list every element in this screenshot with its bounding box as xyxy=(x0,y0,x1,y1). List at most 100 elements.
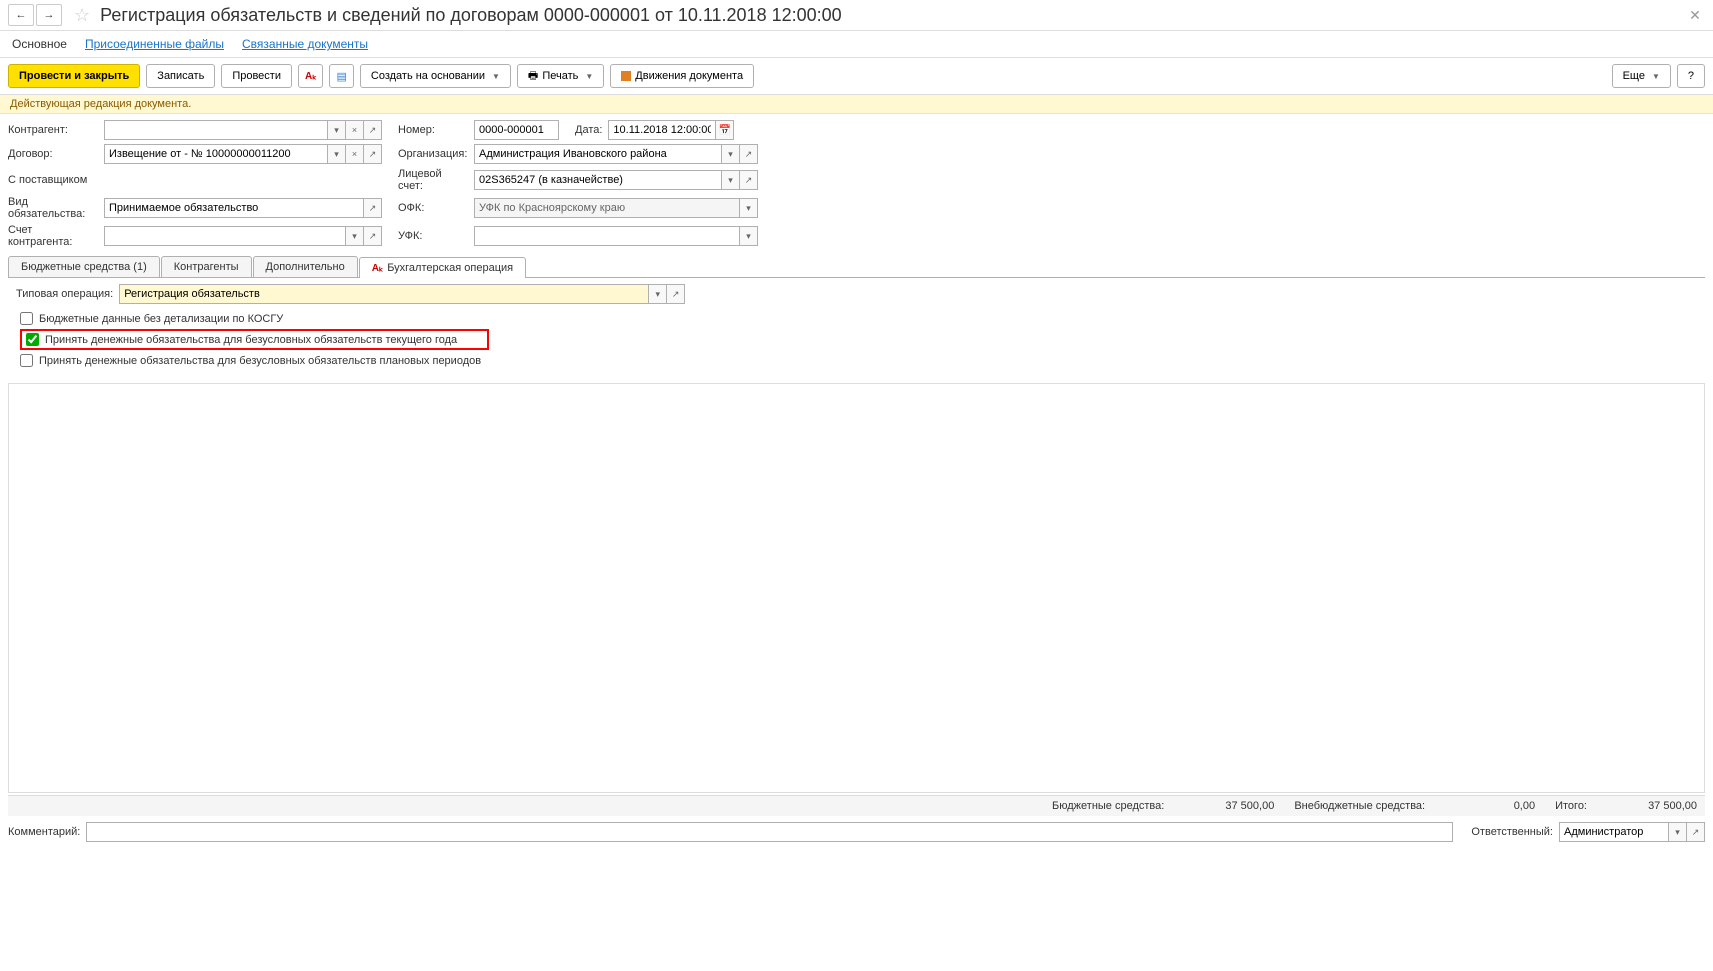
tab-accounting-label: Бухгалтерская операция xyxy=(387,262,513,274)
post-close-button[interactable]: Провести и закрыть xyxy=(8,64,140,88)
chk-plan-periods[interactable] xyxy=(20,354,33,367)
obligation-type-input[interactable] xyxy=(104,198,364,218)
open-icon[interactable]: ↗ xyxy=(667,284,685,304)
obligation-type-label: Вид обязательства: xyxy=(8,196,98,220)
dropdown-icon[interactable]: ▾ xyxy=(346,226,364,246)
dropdown-icon[interactable]: ▾ xyxy=(740,198,758,218)
budget-label: Бюджетные средства: xyxy=(1052,800,1164,812)
number-input[interactable] xyxy=(474,120,559,140)
clear-icon[interactable]: × xyxy=(346,120,364,140)
open-icon[interactable]: ↗ xyxy=(740,144,758,164)
main-blank-area xyxy=(8,383,1705,793)
movements-button[interactable]: Движения документа xyxy=(610,64,754,88)
print-label: Печать xyxy=(542,70,578,82)
calendar-icon[interactable] xyxy=(716,120,734,140)
more-button[interactable]: Еще ▼ xyxy=(1612,64,1671,88)
number-label: Номер: xyxy=(398,124,468,136)
dropdown-icon[interactable]: ▾ xyxy=(328,144,346,164)
help-button[interactable]: ? xyxy=(1677,64,1705,88)
open-icon[interactable]: ↗ xyxy=(740,170,758,190)
footer-totals: Бюджетные средства: 37 500,00 Внебюджетны… xyxy=(8,795,1705,816)
chk-plan-periods-label: Принять денежные обязательства для безус… xyxy=(39,355,481,367)
ufk-input[interactable] xyxy=(474,226,740,246)
org-input[interactable] xyxy=(474,144,722,164)
date-input[interactable] xyxy=(608,120,716,140)
forward-button[interactable]: → xyxy=(36,4,62,26)
dropdown-icon[interactable]: ▾ xyxy=(740,226,758,246)
movements-label: Движения документа xyxy=(635,70,743,82)
doc-move-icon xyxy=(621,71,631,81)
offbudget-value: 0,00 xyxy=(1455,800,1535,812)
account-label: Счет контрагента: xyxy=(8,224,98,248)
back-button[interactable]: ← xyxy=(8,4,34,26)
close-icon[interactable]: ✕ xyxy=(1685,5,1705,25)
org-label: Организация: xyxy=(398,148,468,160)
akt-icon: Aₖ xyxy=(305,71,316,82)
open-icon[interactable]: ↗ xyxy=(364,120,382,140)
counterparty-label: Контрагент: xyxy=(8,124,98,136)
chevron-down-icon: ▼ xyxy=(1652,72,1660,81)
comment-label: Комментарий: xyxy=(8,826,80,838)
chk-row-2-highlight: Принять денежные обязательства для безус… xyxy=(20,329,489,350)
counterparty-input[interactable] xyxy=(104,120,328,140)
responsible-input[interactable] xyxy=(1559,822,1669,842)
open-icon[interactable]: ↗ xyxy=(1687,822,1705,842)
chevron-down-icon: ▼ xyxy=(585,72,593,81)
list-button[interactable]: ▤ xyxy=(329,64,353,88)
post-button[interactable]: Провести xyxy=(221,64,292,88)
tab-content: Типовая операция: ▾ ↗ Бюджетные данные б… xyxy=(8,278,1705,375)
tab-additional[interactable]: Дополнительно xyxy=(253,256,358,277)
budget-value: 37 500,00 xyxy=(1194,800,1274,812)
offbudget-label: Внебюджетные средства: xyxy=(1294,800,1425,812)
responsible-label: Ответственный: xyxy=(1471,826,1553,838)
tab-budget[interactable]: Бюджетные средства (1) xyxy=(8,256,160,277)
chk-kosgu[interactable] xyxy=(20,312,33,325)
open-icon[interactable]: ↗ xyxy=(364,226,382,246)
personal-acc-label: Лицевой счет: xyxy=(398,168,468,192)
comment-input[interactable] xyxy=(86,822,1453,842)
chk-row-3: Принять денежные обязательства для безус… xyxy=(16,352,1697,369)
chk-current-year-label: Принять денежные обязательства для безус… xyxy=(45,334,457,346)
account-input[interactable] xyxy=(104,226,346,246)
personal-acc-input[interactable] xyxy=(474,170,722,190)
akt-icon: Aₖ xyxy=(372,263,383,274)
ofk-input[interactable] xyxy=(474,198,740,218)
akt-button[interactable]: Aₖ xyxy=(298,64,323,88)
dropdown-icon[interactable]: ▾ xyxy=(722,144,740,164)
bottom-bar: Комментарий: Ответственный: ▾ ↗ xyxy=(0,816,1713,848)
dropdown-icon[interactable]: ▾ xyxy=(722,170,740,190)
total-value: 37 500,00 xyxy=(1617,800,1697,812)
open-icon[interactable]: ↗ xyxy=(364,144,382,164)
more-label: Еще xyxy=(1623,70,1645,82)
ufk-label: УФК: xyxy=(398,230,468,242)
favorite-icon[interactable]: ☆ xyxy=(74,5,90,26)
chk-kosgu-label: Бюджетные данные без детализации по КОСГ… xyxy=(39,313,283,325)
nav-related[interactable]: Связанные документы xyxy=(242,37,368,51)
tab-counterparties[interactable]: Контрагенты xyxy=(161,256,252,277)
nav-main[interactable]: Основное xyxy=(12,37,67,51)
nav-links: Основное Присоединенные файлы Связанные … xyxy=(0,31,1713,58)
operation-input[interactable] xyxy=(119,284,649,304)
write-button[interactable]: Записать xyxy=(146,64,215,88)
create-based-button[interactable]: Создать на основании▼ xyxy=(360,64,511,88)
total-label: Итого: xyxy=(1555,800,1587,812)
dropdown-icon[interactable]: ▾ xyxy=(1669,822,1687,842)
tab-accounting[interactable]: Aₖ Бухгалтерская операция xyxy=(359,257,526,278)
page-title: Регистрация обязательств и сведений по д… xyxy=(100,5,842,26)
dropdown-icon[interactable]: ▾ xyxy=(649,284,667,304)
list-icon: ▤ xyxy=(336,70,346,83)
contract-input[interactable] xyxy=(104,144,328,164)
open-icon[interactable]: ↗ xyxy=(364,198,382,218)
form-area: Контрагент: ▾ × ↗ Номер: Дата: Договор: … xyxy=(0,114,1713,381)
chk-current-year[interactable] xyxy=(26,333,39,346)
operation-label: Типовая операция: xyxy=(16,288,113,300)
supplier-label: С поставщиком xyxy=(8,174,98,186)
print-button[interactable]: Печать ▼ xyxy=(517,64,604,88)
dropdown-icon[interactable]: ▾ xyxy=(328,120,346,140)
header-bar: ← → ☆ Регистрация обязательств и сведени… xyxy=(0,0,1713,31)
chk-row-1: Бюджетные данные без детализации по КОСГ… xyxy=(16,310,1697,327)
clear-icon[interactable]: × xyxy=(346,144,364,164)
nav-files[interactable]: Присоединенные файлы xyxy=(85,37,224,51)
create-based-label: Создать на основании xyxy=(371,70,485,82)
toolbar: Провести и закрыть Записать Провести Aₖ … xyxy=(0,58,1713,95)
